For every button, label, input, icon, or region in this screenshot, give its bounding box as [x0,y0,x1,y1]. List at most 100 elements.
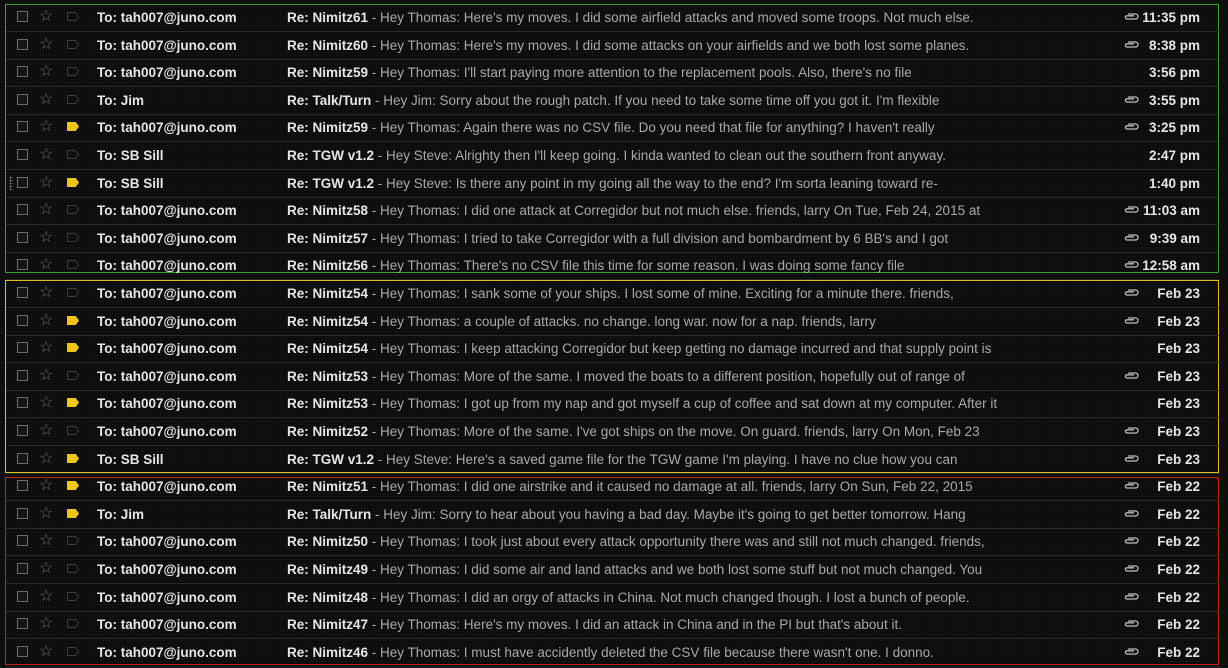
select-checkbox[interactable] [17,369,28,381]
star-icon[interactable]: ☆ [39,35,53,55]
email-row[interactable]: ☆ To: Jim Re: Talk/Turn - Hey Jim: Sorry a… [6,87,1220,115]
drag-handle-icon[interactable] [9,175,13,190]
select-checkbox[interactable] [17,590,28,602]
importance-marker-icon[interactable] [67,564,79,573]
email-row[interactable]: ☆ To: tah007@juno.com Re: Nimitz54 - Hey T… [6,335,1220,364]
email-row[interactable]: ☆ To: tah007@juno.com Re: Nimitz54 - Hey T… [6,308,1220,336]
importance-marker-icon[interactable] [67,67,79,77]
email-row[interactable]: ☆ To: tah007@juno.com Re: Nimitz60 - Hey T… [6,32,1220,60]
star-icon[interactable]: ☆ [39,338,53,358]
star-icon[interactable]: ☆ [39,531,53,551]
importance-marker-icon[interactable] [67,508,79,518]
importance-marker-icon[interactable] [67,315,79,325]
select-checkbox[interactable] [17,342,28,354]
email-row[interactable]: ☆ To: SB Sill Re: TGW v1.2 - Hey Steve: He… [6,446,1220,474]
email-row[interactable]: ☆ To: tah007@juno.com Re: Nimitz49 - Hey T… [6,556,1220,584]
subject: Re: Nimitz50 [287,534,369,550]
select-checkbox[interactable] [17,38,28,50]
star-icon[interactable]: ☆ [39,393,53,413]
email-row[interactable]: ☆ To: tah007@juno.com Re: Nimitz54 - Hey T… [6,280,1220,308]
importance-marker-icon[interactable] [67,453,79,463]
star-icon[interactable]: ☆ [39,476,53,496]
email-row[interactable]: ☆ To: tah007@juno.com Re: Nimitz46 - Hey T… [6,639,1220,667]
email-row[interactable]: ☆ To: tah007@juno.com Re: Nimitz51 - Hey T… [6,473,1220,502]
select-checkbox[interactable] [17,287,28,298]
star-icon[interactable]: ☆ [39,587,53,607]
select-checkbox[interactable] [17,93,28,105]
star-icon[interactable]: ☆ [39,200,53,220]
email-row[interactable]: ☆ To: tah007@juno.com Re: Nimitz61 - Hey T… [6,4,1220,32]
email-row[interactable]: ☆ To: tah007@juno.com Re: Nimitz52 - Hey T… [6,418,1220,446]
select-checkbox[interactable] [17,149,28,160]
importance-marker-icon[interactable] [67,205,79,215]
email-row[interactable]: ☆ To: tah007@juno.com Re: Nimitz57 - Hey T… [6,225,1220,253]
select-checkbox[interactable] [17,645,28,657]
select-checkbox[interactable] [17,204,28,216]
select-checkbox[interactable] [17,425,28,436]
email-row[interactable]: ☆ To: tah007@juno.com Re: Nimitz58 - Hey T… [6,197,1220,226]
star-icon[interactable]: ☆ [39,504,53,524]
importance-marker-icon[interactable] [67,288,79,297]
select-checkbox[interactable] [17,618,28,630]
email-row[interactable]: ☆ To: SB Sill Re: TGW v1.2 - Hey Steve: Al… [6,142,1220,170]
email-row[interactable]: ☆ To: tah007@juno.com Re: Nimitz47 - Hey T… [6,611,1220,640]
select-checkbox[interactable] [17,563,28,574]
star-icon[interactable]: ☆ [39,7,53,27]
select-checkbox[interactable] [17,535,28,547]
select-checkbox[interactable] [17,507,28,519]
star-icon[interactable]: ☆ [39,283,53,303]
email-row[interactable]: ☆ To: tah007@juno.com Re: Nimitz56 - Hey T… [6,252,1220,281]
star-icon[interactable]: ☆ [39,559,53,579]
select-checkbox[interactable] [17,480,28,492]
importance-marker-icon[interactable] [67,343,79,353]
email-row[interactable]: ☆ To: tah007@juno.com Re: Nimitz59 - Hey T… [6,59,1220,88]
importance-marker-icon[interactable] [67,426,79,435]
importance-marker-icon[interactable] [67,150,79,159]
star-icon[interactable]: ☆ [39,145,53,165]
email-row[interactable]: ☆ To: tah007@juno.com Re: Nimitz53 - Hey T… [6,390,1220,419]
date: Feb 22 [1157,617,1200,633]
star-icon[interactable]: ☆ [39,117,53,137]
star-icon[interactable]: ☆ [39,642,53,662]
importance-marker-icon[interactable] [67,481,79,491]
select-checkbox[interactable] [17,231,28,243]
star-icon[interactable]: ☆ [39,255,53,275]
importance-marker-icon[interactable] [67,398,79,408]
email-row[interactable]: ☆ To: tah007@juno.com Re: Nimitz53 - Hey T… [6,363,1220,391]
email-row[interactable]: ☆ To: tah007@juno.com Re: Nimitz59 - Hey T… [6,114,1220,143]
select-checkbox[interactable] [17,121,28,133]
star-icon[interactable]: ☆ [39,62,53,82]
select-checkbox[interactable] [17,452,28,464]
select-checkbox[interactable] [17,314,28,326]
email-row[interactable]: ☆ To: Jim Re: Talk/Turn - Hey Jim: Sorry t… [6,501,1220,529]
star-icon[interactable]: ☆ [39,90,53,110]
importance-marker-icon[interactable] [67,591,79,601]
importance-marker-icon[interactable] [67,122,79,132]
select-checkbox[interactable] [17,176,28,188]
select-checkbox[interactable] [17,259,28,271]
importance-marker-icon[interactable] [67,646,79,656]
importance-marker-icon[interactable] [67,12,79,21]
importance-marker-icon[interactable] [67,260,79,270]
importance-marker-icon[interactable] [67,94,79,104]
importance-marker-icon[interactable] [67,619,79,629]
star-icon[interactable]: ☆ [39,366,53,386]
star-icon[interactable]: ☆ [39,228,53,248]
email-row[interactable]: ☆ To: tah007@juno.com Re: Nimitz50 - Hey T… [6,528,1220,557]
star-icon[interactable]: ☆ [39,449,53,469]
select-checkbox[interactable] [17,11,28,22]
date: Feb 22 [1157,589,1200,605]
select-checkbox[interactable] [17,397,28,409]
star-icon[interactable]: ☆ [39,614,53,634]
select-checkbox[interactable] [17,66,28,78]
importance-marker-icon[interactable] [67,177,79,187]
importance-marker-icon[interactable] [67,39,79,49]
importance-marker-icon[interactable] [67,232,79,242]
email-row[interactable]: ☆ To: SB Sill Re: TGW v1.2 - Hey Steve: Is… [6,170,1220,198]
email-row[interactable]: ☆ To: tah007@juno.com Re: Nimitz48 - Hey T… [6,584,1220,612]
star-icon[interactable]: ☆ [39,173,53,193]
importance-marker-icon[interactable] [67,370,79,380]
star-icon[interactable]: ☆ [39,421,53,441]
importance-marker-icon[interactable] [67,536,79,546]
star-icon[interactable]: ☆ [39,311,53,331]
